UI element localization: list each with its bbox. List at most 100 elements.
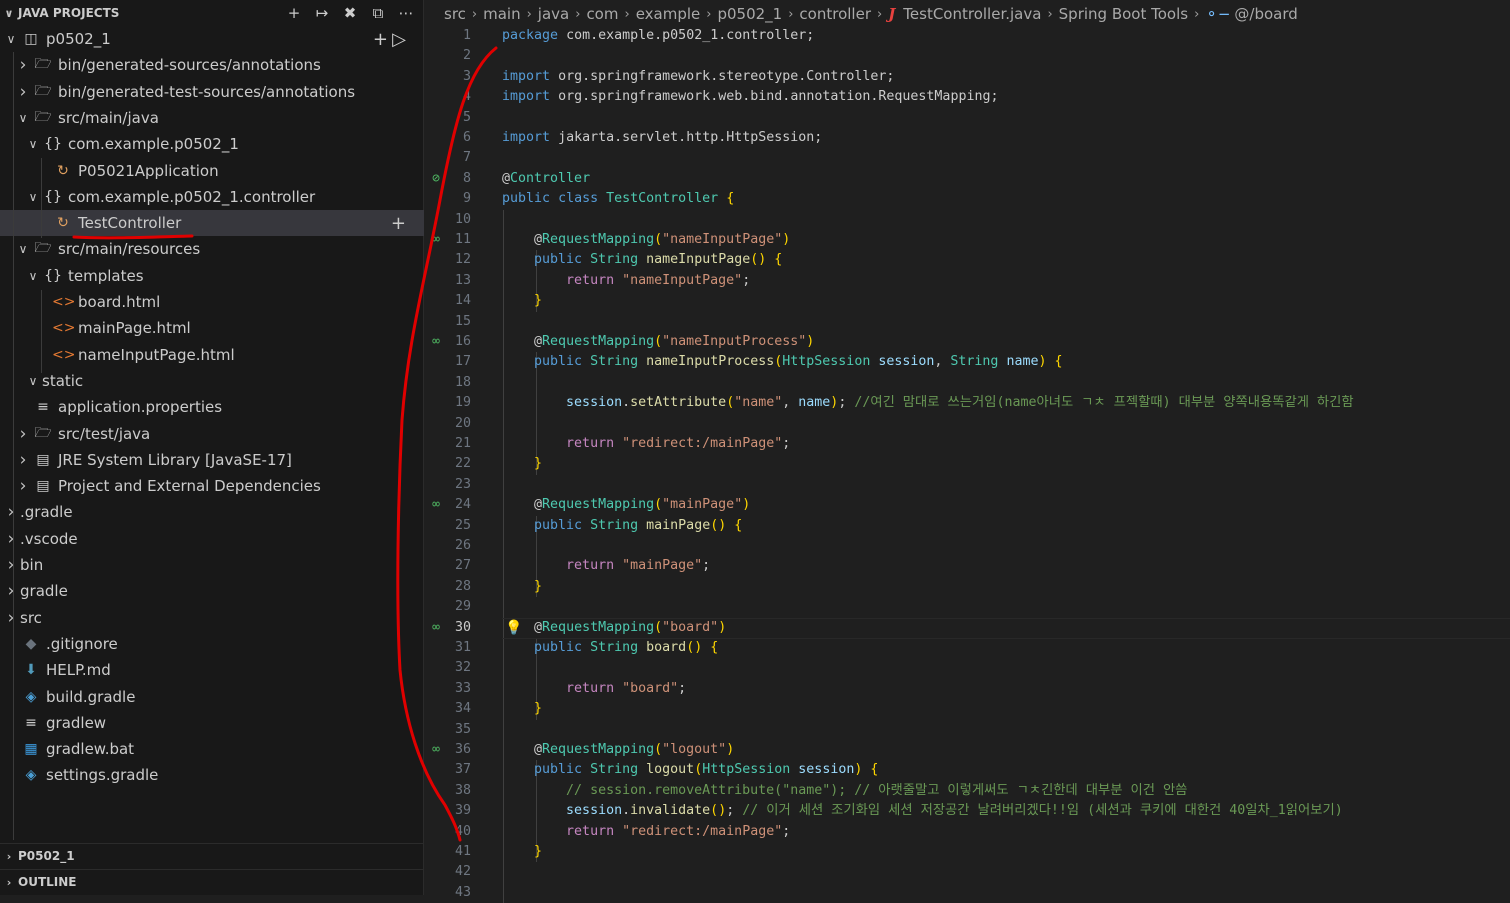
code-line[interactable]: 31 public String board() { [425,638,1510,658]
code-line[interactable]: 4 import org.springframework.web.bind.ann… [425,87,1510,107]
chevron-right-icon: › [788,6,794,22]
breadcrumb-java[interactable]: java [538,5,569,23]
tree-item-board-html[interactable]: <> board.html [0,289,424,315]
chevron-right-icon: › [19,423,27,444]
tree-item-src-test-java[interactable]: › 🗁 src/test/java [0,421,424,447]
tree-item-project-and-external-dependencies[interactable]: › ▤ Project and External Dependencies [0,473,424,499]
code-line[interactable]: 17 public String nameInputProcess(HttpSe… [425,352,1510,372]
code-line[interactable]: 35 [425,720,1510,740]
code-editor[interactable]: src › main › java › com › example › p0502_1 › … [425,0,1510,903]
code-text: return "redirect:/mainPage"; [566,823,791,839]
code-line[interactable]: 40 return "redirect:/mainPage"; [425,822,1510,842]
code-line[interactable]: 38 // session.removeAttribute("name"); /… [425,781,1510,801]
add-icon[interactable]: + [373,29,388,50]
code-line[interactable]: 29 [425,597,1510,617]
tree-item-static[interactable]: ∨ static [0,368,424,394]
code-line[interactable]: ∞ 36 @RequestMapping("logout") [425,740,1510,760]
tree-item-mainpage-html[interactable]: <> mainPage.html [0,315,424,341]
tree-item-p0502-1[interactable]: ∨ ◫ p0502_1 + ▷ [0,26,424,52]
code-line[interactable]: 20 [425,414,1510,434]
breadcrumb-spring-boot-tools[interactable]: Spring Boot Tools [1059,5,1188,23]
tools-icon[interactable]: ✖ [341,4,359,22]
code-line[interactable]: ⊘ 8 @Controller [425,169,1510,189]
code-line[interactable]: 15 [425,312,1510,332]
tree-item-application-properties[interactable]: ≡ application.properties [0,394,424,420]
code-line[interactable]: 42 [425,862,1510,882]
code-text: } [534,293,543,309]
tree-item-com-example-p0502-1[interactable]: ∨ {} com.example.p0502_1 [0,131,424,157]
code-line[interactable]: 13 return "nameInputPage"; [425,271,1510,291]
tree-item-gradle[interactable]: › gradle [0,578,424,604]
code-line[interactable]: 26 [425,536,1510,556]
tree-item-help-md[interactable]: ⬇ HELP.md [0,657,424,683]
tree-item-jre-system-library-javase-17[interactable]: › ▤ JRE System Library [JavaSE-17] [0,447,424,473]
breadcrumb-example[interactable]: example [636,5,701,23]
tree-item-bin-generated-test-sources-annotations[interactable]: › 🗁 bin/generated-test-sources/annotations [0,79,424,105]
tree-item-src-main-java[interactable]: ∨ 🗁 src/main/java [0,105,424,131]
code-line[interactable]: 18 [425,373,1510,393]
breadcrumb-controller[interactable]: controller [799,5,871,23]
code-line[interactable]: 34 } [425,699,1510,719]
tree-item-gradlew[interactable]: ≡ gradlew [0,710,424,736]
breadcrumb-endpoint[interactable]: @/board [1234,5,1297,23]
tree-item-src-main-resources[interactable]: ∨ 🗁 src/main/resources [0,236,424,262]
code-line[interactable]: 12 public String nameInputPage() { [425,250,1510,270]
p0502-1-section-header[interactable]: › P0502_1 [0,843,424,868]
code-line[interactable]: 27 return "mainPage"; [425,556,1510,576]
code-line[interactable]: 6 import jakarta.servlet.http.HttpSession… [425,128,1510,148]
code-line[interactable]: 19 session.setAttribute("name", name); /… [425,393,1510,413]
code-line[interactable]: 37 public String logout(HttpSession sess… [425,760,1510,780]
tree-item-p05021application[interactable]: ↻ P05021Application [0,158,424,184]
tree-item-vscode[interactable]: › .vscode [0,526,424,552]
link-icon[interactable]: ↦ [313,4,331,22]
code-line[interactable]: 14 } [425,291,1510,311]
code-line[interactable]: 33 return "board"; [425,679,1510,699]
add-icon[interactable]: + [285,4,303,22]
code-line[interactable]: 5 [425,108,1510,128]
tree-item-templates[interactable]: ∨ {} templates [0,263,424,289]
code-line[interactable]: 2 [425,46,1510,66]
add-icon[interactable]: + [391,213,406,234]
collapse-icon[interactable]: ⧉ [369,4,387,22]
code-line[interactable]: 41 } [425,842,1510,862]
code-line[interactable]: 21 return "redirect:/mainPage"; [425,434,1510,454]
build-icon[interactable]: ▷ [392,29,406,50]
code-line[interactable]: 9 public class TestController { [425,189,1510,209]
tree-item-bin-generated-sources-annotations[interactable]: › 🗁 bin/generated-sources/annotations [0,52,424,78]
breadcrumb-src[interactable]: src [444,5,466,23]
more-icon[interactable]: ⋯ [397,4,415,22]
code-line[interactable]: 32 [425,658,1510,678]
code-line[interactable]: ∞ 11 @RequestMapping("nameInputPage") [425,230,1510,250]
tree-item-nameinputpage-html[interactable]: <> nameInputPage.html [0,342,424,368]
code-line[interactable]: 1 package com.example.p0502_1.controller; [425,26,1510,46]
breadcrumb-main[interactable]: main [483,5,520,23]
breadcrumb-file[interactable]: TestController.java [903,5,1041,23]
code-line[interactable]: 25 public String mainPage() { [425,516,1510,536]
code-line[interactable]: 3 import org.springframework.stereotype.C… [425,67,1510,87]
tree-item-src[interactable]: › src [0,605,424,631]
tree-item-testcontroller[interactable]: ↻ TestController + [0,210,424,237]
tree-item-gitignore[interactable]: ◆ .gitignore [0,631,424,657]
breadcrumb-p0502-1[interactable]: p0502_1 [717,5,782,23]
git-icon: ◆ [25,635,37,652]
breadcrumb-com[interactable]: com [586,5,618,23]
code-line[interactable]: ∞ 30 💡 @RequestMapping("board") [425,617,1510,639]
tree-item-build-gradle[interactable]: ◈ build.gradle [0,684,424,710]
chevron-down-icon: ∨ [28,137,38,152]
tree-item-gradlew-bat[interactable]: ▦ gradlew.bat [0,736,424,762]
chevron-right-icon: › [19,81,27,102]
code-line[interactable]: 7 [425,148,1510,168]
tree-item-bin[interactable]: › bin [0,552,424,578]
tree-item-gradle[interactable]: › .gradle [0,499,424,525]
outline-section-header[interactable]: › OUTLINE [0,869,424,894]
tree-item-com-example-p0502-1-controller[interactable]: ∨ {} com.example.p0502_1.controller [0,184,424,210]
code-line[interactable]: 10 [425,210,1510,230]
code-line[interactable]: ∞ 24 @RequestMapping("mainPage") [425,495,1510,515]
code-line[interactable]: 23 [425,475,1510,495]
tree-item-settings-gradle[interactable]: ◈ settings.gradle [0,762,424,788]
code-line[interactable]: 43 [425,883,1510,903]
code-line[interactable]: 22 } [425,454,1510,474]
code-line[interactable]: ∞ 16 @RequestMapping("nameInputProcess") [425,332,1510,352]
code-line[interactable]: 39 session.invalidate(); // 이거 세션 조기화임 세… [425,801,1510,821]
code-line[interactable]: 28 } [425,577,1510,597]
